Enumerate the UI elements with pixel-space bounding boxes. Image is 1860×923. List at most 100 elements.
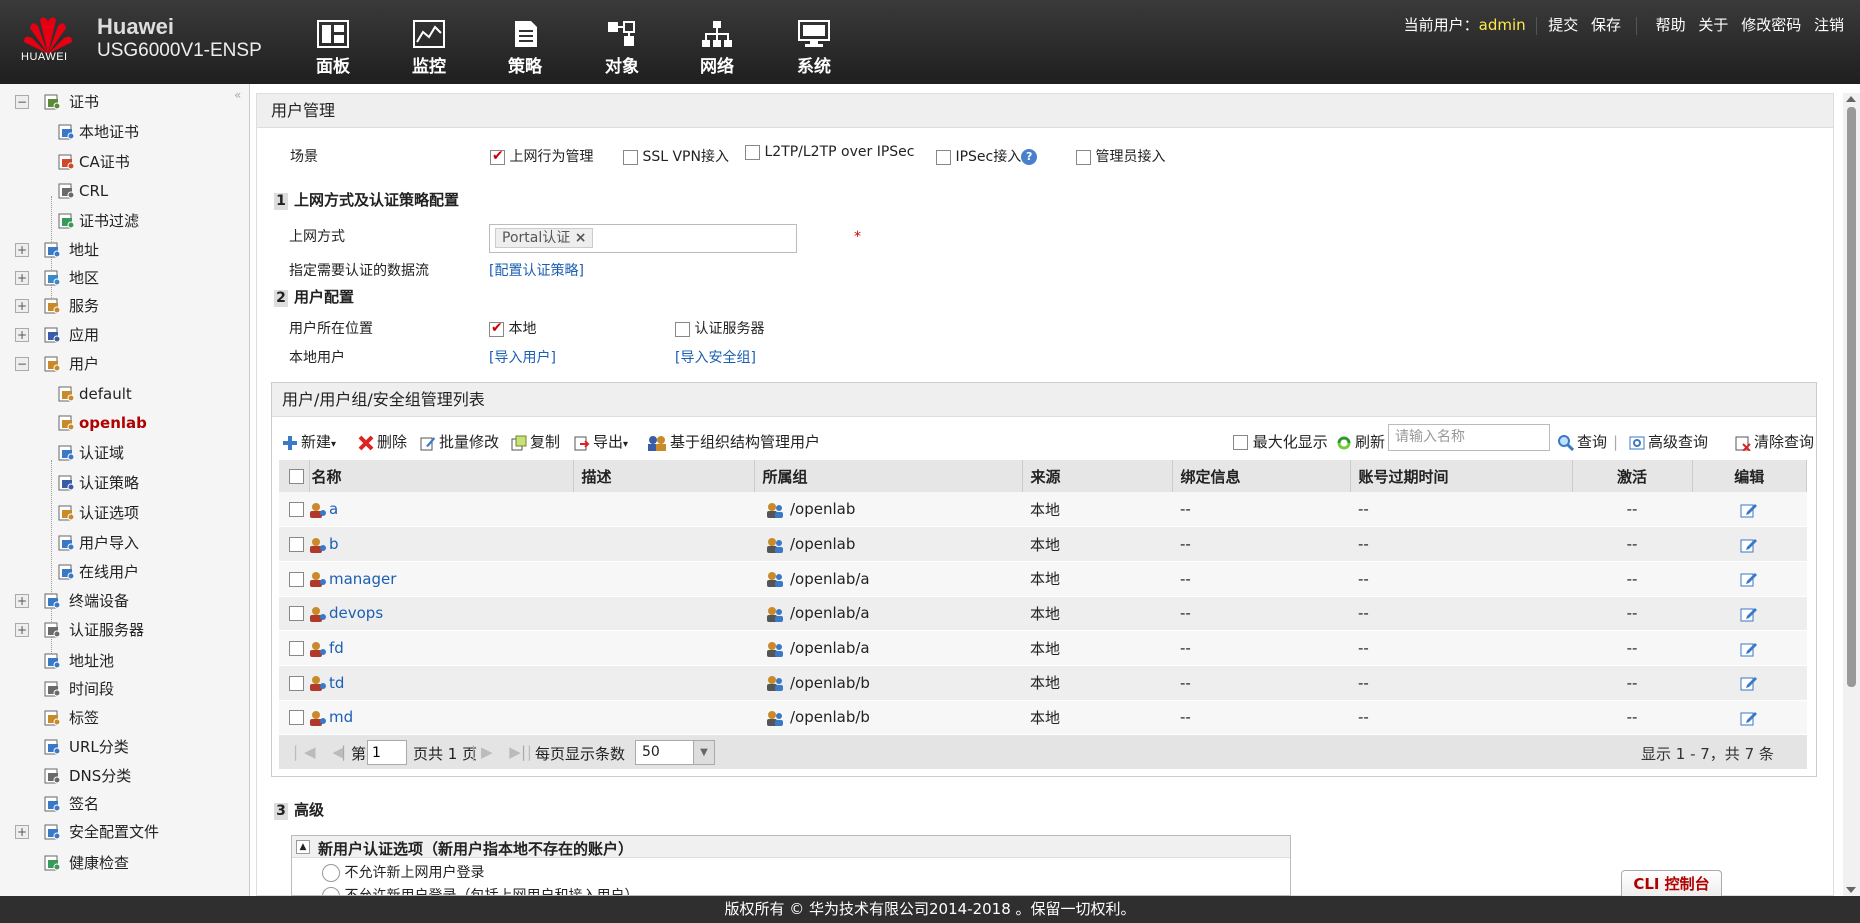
collapse-icon[interactable]: − [15, 357, 29, 371]
copy-button[interactable]: 复制 [511, 431, 560, 452]
scene-checkbox-web-behavior[interactable] [490, 148, 505, 165]
main-scrollbar[interactable] [1843, 93, 1860, 896]
row-checkbox[interactable] [289, 641, 304, 657]
help-link[interactable]: 帮助 [1656, 16, 1686, 34]
location-server-checkbox[interactable] [675, 321, 690, 337]
scene-option-ipsec[interactable]: IPSec接入? [936, 146, 1038, 166]
table-row[interactable]: a/openlab 本地 -- -- -- [279, 492, 1807, 528]
col-source[interactable]: 来源 [1022, 460, 1173, 492]
cli-console-button[interactable]: CLI 控制台 [1621, 870, 1722, 898]
scene-option-ssl-vpn[interactable]: SSL VPN接入 [623, 146, 729, 166]
user-name-link[interactable]: fd [329, 639, 344, 657]
edit-icon[interactable] [1740, 570, 1758, 588]
table-row[interactable]: devops/openlab/a 本地 -- -- -- [279, 596, 1807, 632]
expand-icon[interactable]: + [15, 594, 29, 608]
new-user-option-1[interactable]: 不允许新上网用户登录 [322, 862, 484, 882]
col-desc[interactable]: 描述 [573, 460, 755, 492]
clear-query-button[interactable]: 清除查询 [1735, 431, 1814, 452]
row-checkbox[interactable] [289, 571, 304, 587]
collapse-icon[interactable]: − [15, 95, 29, 109]
about-link[interactable]: 关于 [1698, 16, 1728, 34]
new-user-radio-1[interactable] [322, 864, 340, 882]
refresh-button[interactable]: 刷新 [1336, 431, 1385, 452]
location-local-checkbox[interactable] [489, 320, 504, 337]
submit-link[interactable]: 提交 [1548, 16, 1578, 34]
config-auth-policy-link[interactable]: [配置认证策略] [489, 260, 584, 280]
pager-nav-next-icon[interactable]: ▶ ▶| [481, 743, 538, 761]
nav-network[interactable]: 网络 [677, 18, 757, 78]
col-expire[interactable]: 账号过期时间 [1350, 460, 1573, 492]
row-checkbox[interactable] [289, 537, 304, 553]
search-input[interactable]: 请输入名称 [1388, 424, 1550, 451]
row-checkbox[interactable] [289, 710, 304, 726]
edit-icon[interactable] [1740, 674, 1758, 692]
location-server-option[interactable]: 认证服务器 [675, 318, 764, 338]
scene-checkbox-l2tp[interactable] [745, 144, 760, 160]
edit-icon[interactable] [1740, 639, 1758, 657]
user-name-link[interactable]: md [329, 708, 353, 726]
new-user-radio-2[interactable] [322, 887, 340, 895]
nav-policy[interactable]: 策略 [485, 18, 565, 78]
import-user-link[interactable]: [导入用户] [489, 347, 556, 367]
edit-icon[interactable] [1740, 500, 1758, 518]
table-row[interactable]: manager/openlab/a 本地 -- -- -- [279, 561, 1807, 597]
pager-page-input[interactable] [367, 740, 407, 765]
user-name-link[interactable]: b [329, 535, 339, 553]
maximize-option[interactable]: 最大化显示 [1233, 431, 1328, 452]
expand-icon[interactable]: + [15, 299, 29, 313]
user-name-link[interactable]: a [329, 500, 338, 518]
select-all-checkbox[interactable] [289, 469, 304, 484]
nav-system[interactable]: 系统 [774, 18, 854, 78]
access-mode-input[interactable]: Portal认证 × [489, 224, 797, 253]
per-page-select[interactable]: 50 ▼ [635, 740, 715, 765]
scene-checkbox-ipsec[interactable] [936, 149, 951, 165]
table-row[interactable]: md/openlab/b 本地 -- -- -- [279, 700, 1807, 736]
maximize-checkbox[interactable] [1233, 435, 1248, 450]
query-button[interactable]: 查询 | [1558, 431, 1618, 452]
scene-option-l2tp[interactable]: L2TP/L2TP over IPSec [745, 144, 914, 160]
scene-option-web-behavior[interactable]: 上网行为管理 [490, 146, 593, 166]
expand-icon[interactable]: + [15, 271, 29, 285]
edit-icon[interactable] [1740, 708, 1758, 726]
row-checkbox[interactable] [289, 675, 304, 691]
col-edit[interactable]: 编辑 [1692, 460, 1807, 492]
scene-checkbox-admin[interactable] [1076, 149, 1091, 165]
edit-icon[interactable] [1740, 604, 1758, 622]
change-password-link[interactable]: 修改密码 [1741, 16, 1801, 34]
col-bind[interactable]: 绑定信息 [1172, 460, 1351, 492]
help-question-icon[interactable]: ? [1021, 149, 1038, 165]
import-security-group-link[interactable]: [导入安全组] [675, 347, 756, 367]
expand-icon[interactable]: + [15, 825, 29, 839]
sidebar-collapse-icon[interactable]: « [234, 88, 241, 102]
select-all-cell[interactable] [279, 460, 310, 492]
user-name-link[interactable]: devops [329, 604, 383, 622]
tag-remove-icon[interactable]: × [575, 230, 587, 246]
row-checkbox[interactable] [289, 502, 304, 518]
user-name-link[interactable]: td [329, 674, 344, 692]
table-row[interactable]: fd/openlab/a 本地 -- -- -- [279, 630, 1807, 666]
nav-dashboard[interactable]: 面板 [293, 18, 373, 78]
expand-icon[interactable]: + [15, 328, 29, 342]
expand-icon[interactable]: + [15, 623, 29, 637]
org-manage-button[interactable]: 基于组织结构管理用户 [647, 431, 820, 452]
batch-edit-button[interactable]: 批量修改 [420, 431, 499, 452]
table-row[interactable]: td/openlab/b 本地 -- -- -- [279, 665, 1807, 701]
save-link[interactable]: 保存 [1591, 16, 1621, 34]
advanced-query-button[interactable]: 高级查询 [1629, 431, 1708, 452]
new-button[interactable]: 新建▾ [282, 431, 336, 452]
table-row[interactable]: b/openlab 本地 -- -- -- [279, 526, 1807, 562]
col-active[interactable]: 激活 [1572, 460, 1693, 492]
collapse-toggle-icon[interactable]: ▲ [296, 840, 310, 854]
logout-link[interactable]: 注销 [1814, 16, 1844, 34]
col-group[interactable]: 所属组 [754, 460, 1023, 492]
location-local-option[interactable]: 本地 [489, 318, 536, 338]
nav-monitor[interactable]: 监控 [389, 18, 469, 78]
export-button[interactable]: 导出▾ [574, 431, 628, 452]
new-user-option-2[interactable]: 不允许新用户登录（包括上网用户和接入用户） [322, 885, 638, 895]
scene-option-admin[interactable]: 管理员接入 [1076, 146, 1165, 166]
edit-icon[interactable] [1740, 535, 1758, 553]
row-checkbox[interactable] [289, 606, 304, 622]
user-name-link[interactable]: manager [329, 570, 396, 588]
delete-button[interactable]: 删除 [358, 431, 407, 452]
nav-object[interactable]: 对象 [582, 18, 662, 78]
